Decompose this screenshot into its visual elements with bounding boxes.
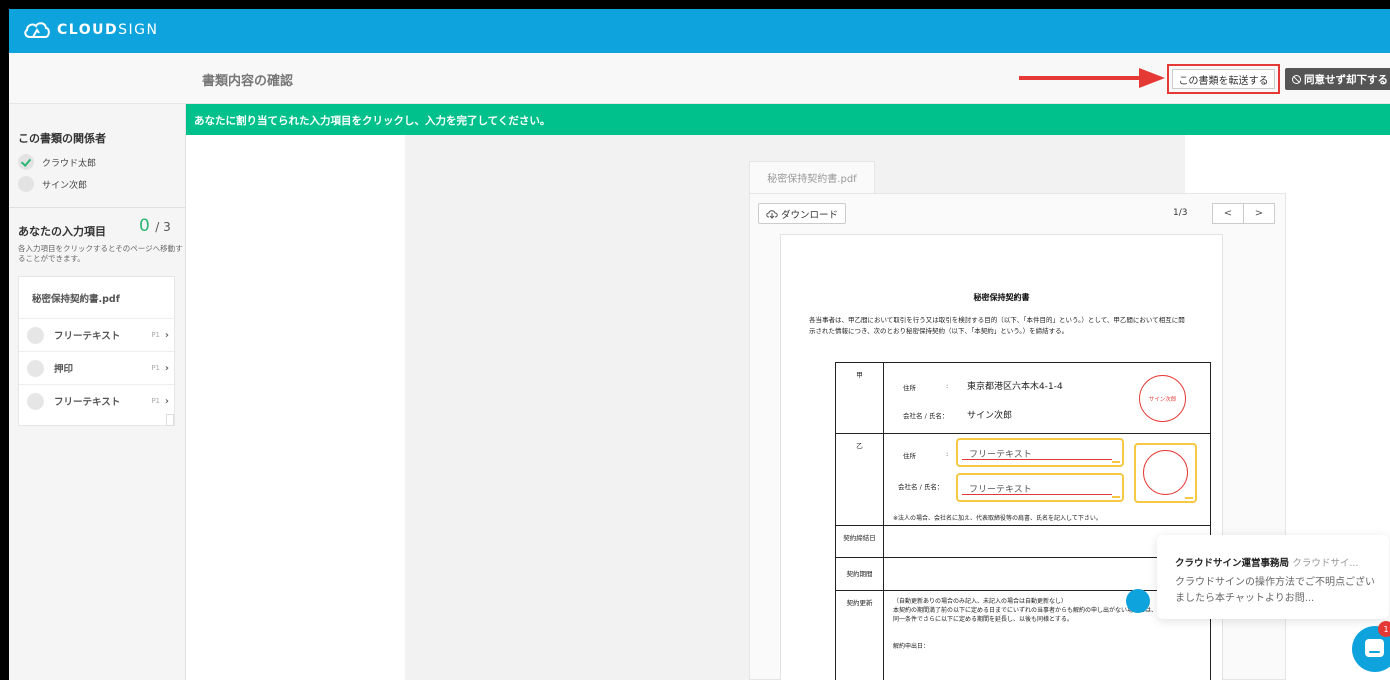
chat-agent-avatar[interactable] bbox=[1126, 589, 1150, 613]
brand-name: CLOUDSIGN bbox=[57, 22, 159, 38]
page-title: 書類内容の確認 bbox=[202, 74, 294, 89]
forward-highlight-box: この書類を転送する bbox=[1167, 64, 1280, 94]
prev-page-button[interactable]: < bbox=[1212, 203, 1244, 224]
fields-card: 秘密保持契約書.pdf フリーテキスト P1 › 押印 P1 › フリーテキスト… bbox=[18, 276, 176, 426]
field-item[interactable]: 押印 P1 › bbox=[19, 351, 176, 384]
red-arrow-annotation bbox=[1019, 68, 1165, 88]
chat-sender: クラウドサイン運営事務局 クラウドサイ... bbox=[1175, 558, 1359, 569]
divider bbox=[9, 207, 185, 208]
free-text-field[interactable]: フリーテキスト bbox=[956, 473, 1124, 502]
chat-unread-badge: 1 bbox=[1378, 621, 1390, 637]
contract-table: 甲 住所 : 東京都港区六本木4-1-4 会社名 / 氏名： サイン次郎 サイン… bbox=[835, 362, 1211, 680]
status-circle-icon bbox=[27, 392, 44, 410]
cloud-download-icon bbox=[766, 209, 778, 219]
party-name: サイン次郎 bbox=[42, 180, 88, 191]
party-a-address: 東京都港区六本木4-1-4 bbox=[967, 382, 1063, 392]
field-item[interactable]: フリーテキスト P1 › bbox=[19, 384, 176, 417]
document-intro: 各当事者は、甲乙間において取引を行う又は取引を検討する目的（以下、「本件目的」と… bbox=[809, 316, 1185, 335]
chat-preview-card[interactable]: クラウドサイン運営事務局 クラウドサイ... クラウドサインの操作方法でご不明点… bbox=[1157, 535, 1389, 619]
party-item: クラウド太郎 bbox=[18, 154, 96, 170]
field-file-name: 秘密保持契約書.pdf bbox=[32, 294, 120, 305]
party-name: クラウド太郎 bbox=[42, 158, 97, 169]
file-tab[interactable]: 秘密保持契約書.pdf bbox=[749, 161, 875, 193]
header-row: 書類内容の確認 この書類を転送する 同意せず却下する bbox=[9, 53, 1390, 104]
instruction-banner: あなたに割り当てられた入力項目をクリックし、入力を完了してください。 bbox=[186, 104, 1390, 135]
seal-field[interactable] bbox=[1134, 443, 1197, 503]
chat-bubble-icon bbox=[1365, 639, 1384, 657]
period-row: 契約期間 bbox=[836, 558, 1210, 591]
status-circle-icon bbox=[27, 326, 44, 344]
chevron-right-icon: › bbox=[164, 395, 169, 407]
fields-counter: 0 / 3 bbox=[139, 216, 171, 236]
ban-icon bbox=[1292, 74, 1301, 84]
party-item: サイン次郎 bbox=[18, 176, 87, 192]
chevron-right-icon: › bbox=[164, 362, 169, 374]
decline-label: 同意せず却下する bbox=[1304, 73, 1388, 86]
next-page-button[interactable]: > bbox=[1243, 203, 1275, 224]
download-button[interactable]: ダウンロード bbox=[758, 203, 846, 224]
check-icon bbox=[18, 154, 34, 170]
field-item[interactable]: フリーテキスト P1 › bbox=[19, 318, 176, 351]
party-a-row: 甲 住所 : 東京都港区六本木4-1-4 会社名 / 氏名： サイン次郎 サイン… bbox=[836, 363, 1210, 434]
forward-document-button[interactable]: この書類を転送する bbox=[1172, 69, 1275, 89]
status-circle-icon bbox=[27, 359, 44, 377]
fields-heading: あなたの入力項目 bbox=[18, 225, 106, 238]
chevron-right-icon: › bbox=[164, 329, 169, 341]
fields-description: 各入力項目をクリックするとそのページへ移動することができます。 bbox=[18, 244, 183, 263]
party-a-name: サイン次郎 bbox=[967, 411, 1013, 421]
parties-heading: この書類の関係者 bbox=[18, 132, 106, 145]
top-bar: CLOUDSIGN bbox=[9, 9, 1390, 53]
chat-message: クラウドサインの操作方法でご不明点ございましたら本チャットよりお問... bbox=[1175, 577, 1375, 604]
renewal-row: 契約更新 （自動更新ありの場合のみ記入、未記入の場合は自動更新なし） 本契約の期… bbox=[836, 591, 1210, 680]
party-a-seal: サイン次郎 bbox=[1139, 375, 1186, 422]
document-backdrop: 秘密保持契約書.pdf ダウンロード 1/3 < > 秘密保持契約書 各当事者は… bbox=[405, 135, 1286, 680]
free-text-field[interactable]: フリーテキスト bbox=[956, 438, 1124, 467]
cloud-logo-icon bbox=[24, 22, 50, 38]
decline-button[interactable]: 同意せず却下する bbox=[1285, 68, 1390, 90]
party-b-row: 乙 住所 : フリーテキスト 会社名 / 氏名： フリーテキスト ※法人の場合、… bbox=[836, 434, 1210, 526]
seal-circle-icon bbox=[1143, 450, 1188, 495]
page-indicator: 1/3 bbox=[1173, 208, 1188, 218]
pending-circle-icon bbox=[18, 176, 34, 192]
cloudsign-logo[interactable]: CLOUDSIGN bbox=[23, 20, 158, 40]
sidebar-scrollbar[interactable] bbox=[166, 414, 174, 426]
document-title: 秘密保持契約書 bbox=[973, 293, 1030, 302]
date-row: 契約締結日 bbox=[836, 526, 1210, 558]
sidebar: この書類の関係者 クラウド太郎 サイン次郎 あなたの入力項目 0 / 3 各入力… bbox=[9, 104, 186, 680]
corp-note: ※法人の場合、会社名に加え、代表取締役等の肩書、氏名を記入して下さい。 bbox=[893, 515, 1102, 522]
app-window: CLOUDSIGN 書類内容の確認 この書類を転送する 同意せず却下する この書… bbox=[9, 9, 1390, 680]
